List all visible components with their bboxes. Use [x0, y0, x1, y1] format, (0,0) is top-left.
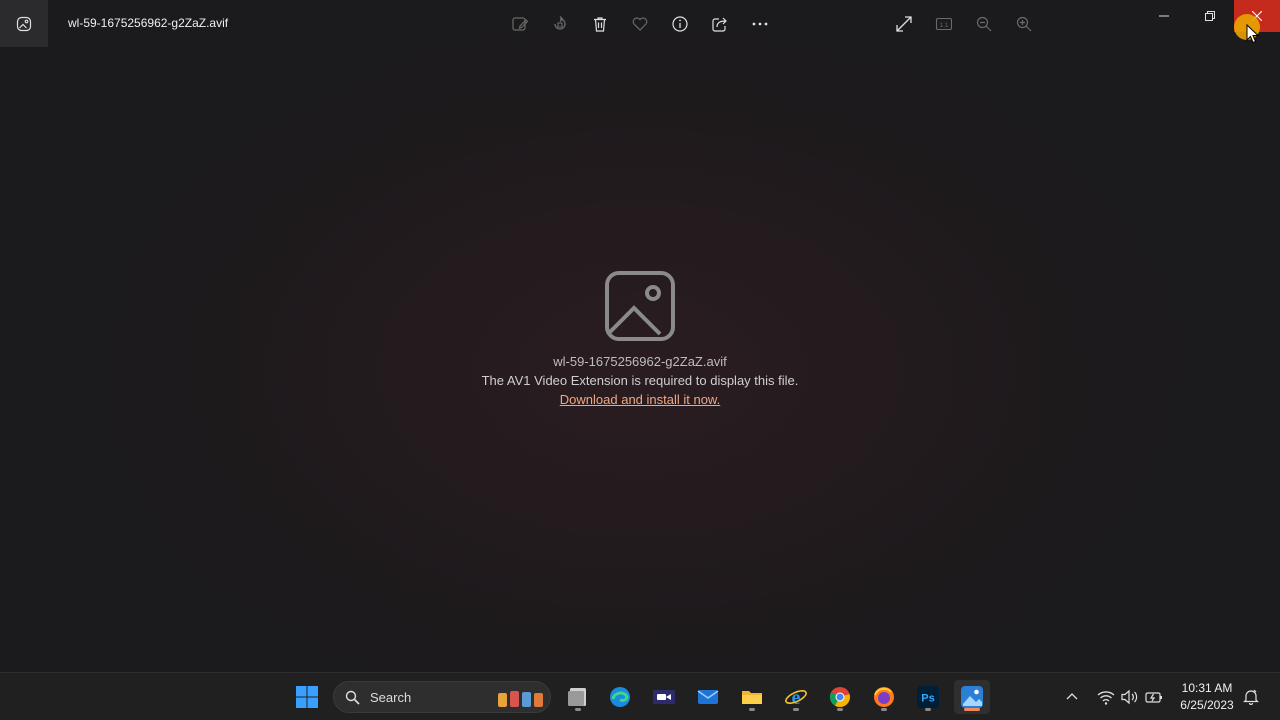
full-screen-button[interactable] — [888, 8, 920, 40]
photoshop-app[interactable]: Ps — [910, 680, 946, 714]
share-icon — [712, 17, 727, 32]
quick-settings-button[interactable] — [1090, 680, 1170, 714]
missing-file-name: wl-59-1675256962-g2ZaZ.avif — [553, 354, 727, 369]
restore-button[interactable] — [1187, 0, 1233, 32]
running-indicator — [837, 708, 843, 711]
minimize-icon — [1159, 15, 1169, 17]
favorite-heart-icon — [632, 17, 648, 31]
mail-app[interactable] — [690, 680, 726, 714]
delete-icon — [594, 17, 606, 32]
file-info-icon — [672, 16, 688, 32]
internet-explorer-icon: e — [785, 687, 807, 709]
photoshop-icon: Ps — [917, 686, 939, 708]
edit-image-icon — [512, 17, 529, 31]
edge-icon — [610, 687, 630, 707]
file-manager-icon — [568, 688, 586, 706]
desktop: wl-59-1675256962-g2ZaZ.avif 1:1 wl-59-16… — [0, 0, 1280, 720]
running-indicator — [749, 708, 755, 711]
volume-icon — [1121, 689, 1138, 705]
share-button[interactable] — [704, 8, 736, 40]
file-manager-app[interactable] — [560, 680, 596, 714]
wifi-icon — [1097, 691, 1115, 705]
search-icon — [345, 690, 360, 705]
svg-text:1:1: 1:1 — [939, 22, 948, 29]
battery-charging-icon — [1145, 692, 1162, 703]
download-extension-link[interactable]: Download and install it now. — [340, 390, 940, 409]
image-placeholder-icon — [605, 271, 675, 341]
running-indicator — [575, 708, 581, 711]
actual-size-icon: 1:1 — [935, 17, 953, 31]
firefox-icon — [874, 687, 894, 707]
more-options-icon — [752, 22, 768, 26]
rotate-icon — [554, 16, 566, 30]
edit-image-button[interactable] — [504, 8, 536, 40]
file-info-button[interactable] — [664, 8, 696, 40]
zoom-in-icon — [1016, 16, 1032, 32]
windows-logo-icon — [296, 686, 318, 708]
notification-bell-icon — [1243, 689, 1259, 705]
mouse-cursor-icon — [1246, 24, 1260, 44]
chrome-icon — [829, 687, 850, 708]
zoom-out-button[interactable] — [968, 8, 1000, 40]
mail-icon — [697, 690, 719, 704]
taskbar: Search e Ps 10:31 AM 6/25/2023 — [0, 672, 1280, 720]
favorite-button[interactable] — [624, 8, 656, 40]
running-indicator — [925, 708, 931, 711]
window-title: wl-59-1675256962-g2ZaZ.avif — [68, 16, 229, 30]
file-explorer-app[interactable] — [734, 680, 770, 714]
running-indicator — [881, 708, 887, 711]
running-indicator — [793, 708, 799, 711]
photos-app[interactable] — [954, 680, 990, 714]
restore-icon — [1205, 11, 1215, 21]
firefox-app[interactable] — [866, 680, 902, 714]
active-indicator — [964, 708, 980, 711]
svg-text:Ps: Ps — [921, 693, 934, 705]
internet-explorer-app[interactable]: e — [778, 680, 814, 714]
taskbar-search-box[interactable]: Search — [333, 681, 551, 713]
photos-icon — [961, 686, 983, 708]
folder-icon — [742, 691, 762, 704]
clock-time[interactable]: 10:31 AM — [1172, 681, 1242, 695]
full-screen-icon — [896, 16, 912, 32]
chrome-app[interactable] — [822, 680, 858, 714]
title-bar: wl-59-1675256962-g2ZaZ.avif 1:1 — [0, 0, 1280, 48]
video-camera-icon — [653, 690, 675, 704]
rotate-button[interactable] — [544, 8, 576, 40]
clock-date[interactable]: 6/25/2023 — [1172, 698, 1242, 712]
start-button[interactable] — [289, 680, 325, 714]
chevron-up-icon — [1066, 693, 1078, 700]
search-label: Search — [370, 690, 412, 705]
photos-app-icon — [16, 16, 32, 31]
search-highlight-icon — [498, 691, 543, 707]
unsupported-file-message: wl-59-1675256962-g2ZaZ.avif The AV1 Vide… — [340, 270, 940, 409]
svg-text:e: e — [792, 687, 801, 709]
delete-button[interactable] — [584, 8, 616, 40]
zoom-out-icon — [976, 16, 992, 32]
show-hidden-icons-button[interactable] — [1054, 680, 1090, 714]
photos-app-icon-button[interactable] — [0, 0, 48, 47]
photos-window: wl-59-1675256962-g2ZaZ.avif 1:1 wl-59-16… — [0, 0, 1280, 672]
more-options-button[interactable] — [744, 8, 776, 40]
actual-size-button[interactable]: 1:1 — [928, 8, 960, 40]
edge-app[interactable] — [602, 680, 638, 714]
zoom-in-button[interactable] — [1008, 8, 1040, 40]
minimize-button[interactable] — [1141, 0, 1187, 32]
teams-meet-app[interactable] — [646, 680, 682, 714]
codec-required-text: The AV1 Video Extension is required to d… — [481, 373, 799, 388]
notifications-button[interactable] — [1236, 680, 1266, 714]
